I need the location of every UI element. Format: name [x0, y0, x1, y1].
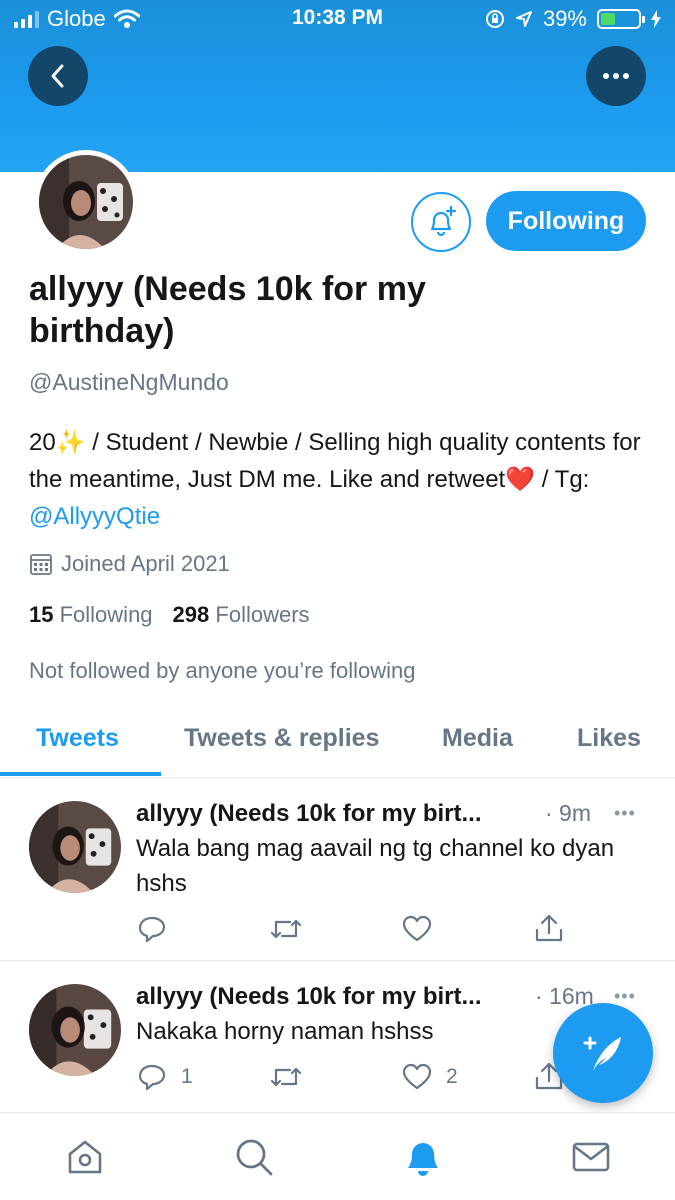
calendar-icon [30, 554, 52, 575]
share-button[interactable] [534, 913, 564, 943]
messages-icon [572, 1142, 610, 1172]
follow-counts: 15 Following 298 Followers [29, 602, 310, 628]
display-name: allyyy (Needs 10k for my birthday) [29, 270, 426, 350]
bell-plus-icon [430, 205, 457, 237]
profile-handle: @AustineNgMundo [29, 369, 229, 395]
location-icon [515, 11, 532, 27]
following-button[interactable]: Following [486, 191, 646, 251]
profile-bio: 20✨ / Student / Newbie / Selling high qu… [29, 424, 649, 535]
retweet-icon [270, 1067, 302, 1087]
bio-text-start: 20 [29, 429, 56, 456]
reply-button[interactable] [137, 915, 181, 943]
followers-count-link[interactable]: 298 Followers [173, 602, 310, 628]
profile-tabs: Tweets Tweets & replies Media Likes [0, 708, 675, 778]
like-button[interactable] [402, 915, 446, 943]
reply-button[interactable]: 1 [137, 1063, 193, 1091]
back-arrow-icon [51, 64, 64, 88]
back-button[interactable] [28, 46, 88, 106]
following-count-link[interactable]: 15 Following [29, 602, 153, 628]
battery-icon [597, 9, 645, 29]
active-tab-indicator [0, 772, 161, 776]
orientation-lock-icon [485, 10, 504, 28]
followers-label: Followers [215, 602, 310, 627]
home-icon [68, 1140, 102, 1174]
like-count: 2 [446, 1065, 458, 1088]
like-icon [402, 1063, 432, 1090]
bottom-navigation [0, 1112, 675, 1200]
nav-home[interactable] [61, 1133, 109, 1181]
tweet-item[interactable]: allyyy (Needs 10k for my birt... · 9m ••… [0, 779, 675, 961]
tab-likes[interactable]: Likes [577, 724, 641, 753]
tweet-text: Wala bang mag aavail ng tg channel ko dy… [136, 835, 615, 897]
nav-notifications[interactable] [399, 1133, 447, 1181]
tab-tweets[interactable]: Tweets [36, 724, 119, 753]
tweet-author-name[interactable]: allyyy (Needs 10k for my birt... [136, 800, 481, 828]
reply-icon [138, 916, 166, 943]
like-icon [402, 915, 432, 942]
status-bar: Globe 10:38 PM 39% [0, 0, 675, 40]
tweet-author-name[interactable]: allyyy (Needs 10k for my birt... [136, 983, 481, 1011]
more-icon [603, 73, 629, 79]
profile-avatar[interactable] [34, 150, 138, 254]
nav-search[interactable] [230, 1133, 278, 1181]
notifications-toggle-button[interactable] [411, 192, 471, 252]
battery-percent: 39% [542, 6, 587, 31]
tab-tweets-replies[interactable]: Tweets & replies [184, 724, 379, 753]
share-icon [535, 914, 563, 942]
joined-label: Joined April 2021 [61, 551, 230, 576]
tab-media[interactable]: Media [442, 724, 513, 753]
retweet-button[interactable] [270, 1064, 302, 1090]
compose-icon [583, 1036, 621, 1071]
sparkle-emoji: ✨ [55, 429, 86, 456]
following-label: Following [59, 602, 153, 627]
bio-text-tg: / Tg: [535, 466, 590, 493]
nav-messages[interactable] [567, 1133, 615, 1181]
joined-date: Joined April 2021 [29, 551, 230, 577]
status-right: 39% [485, 6, 661, 32]
more-options-button[interactable] [586, 46, 646, 106]
avatar-photo [39, 155, 133, 249]
retweet-button[interactable] [270, 916, 302, 942]
tweet-avatar[interactable] [29, 984, 121, 1076]
tweet-timestamp: · 9m [545, 800, 591, 826]
tweet-more-button[interactable]: ••• [614, 803, 636, 824]
reply-icon [138, 1064, 166, 1091]
retweet-icon [270, 919, 302, 939]
compose-tweet-button[interactable] [553, 1003, 653, 1103]
charging-icon [651, 10, 661, 28]
like-button[interactable]: 2 [402, 1063, 458, 1091]
tweet-avatar[interactable] [29, 801, 121, 893]
notifications-icon [408, 1143, 438, 1176]
heart-emoji: ❤️ [505, 466, 536, 493]
tweet-more-button[interactable]: ••• [614, 986, 636, 1007]
reply-count: 1 [181, 1065, 193, 1088]
search-icon [236, 1139, 273, 1176]
followers-count: 298 [172, 602, 210, 627]
following-count: 15 [29, 602, 54, 627]
bio-mention-link[interactable]: @AllyyyQtie [29, 503, 160, 530]
not-followed-notice: Not followed by anyone you’re following [29, 658, 416, 683]
battery-level [601, 13, 615, 25]
